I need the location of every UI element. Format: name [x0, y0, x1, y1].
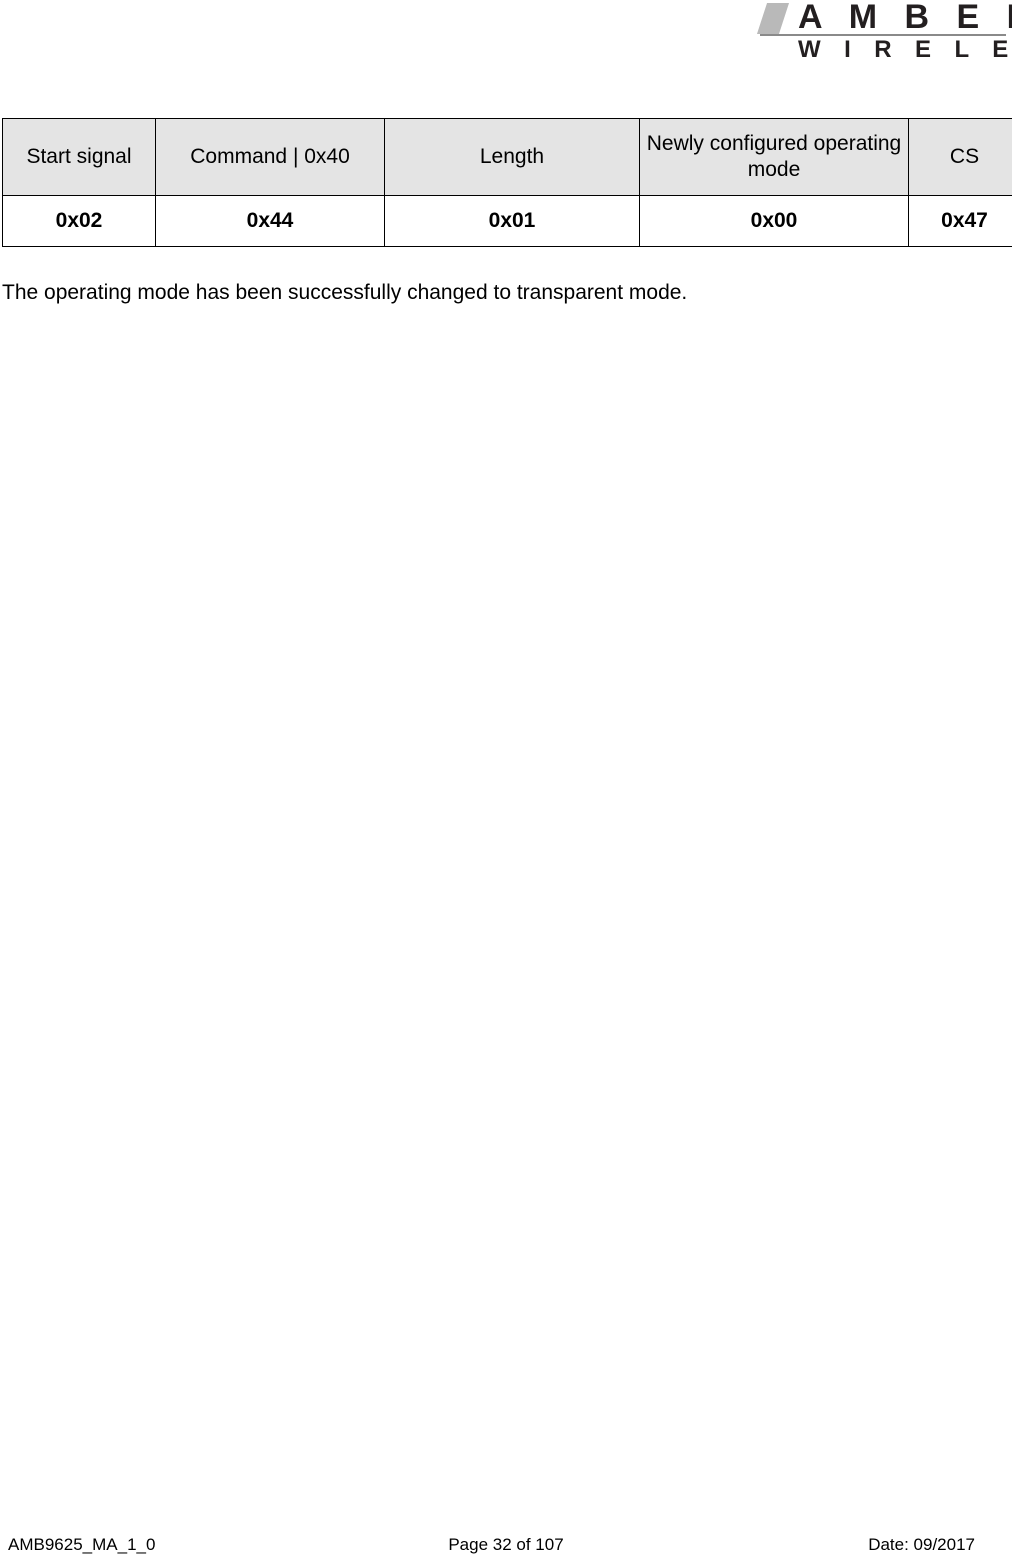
- body-paragraph: The operating mode has been successfully…: [2, 281, 688, 304]
- footer-date: Date: 09/2017: [868, 1535, 975, 1554]
- logo-brand-secondary: W I R E L E S S: [798, 36, 1012, 63]
- table-header-cell-command: Command | 0x40: [155, 118, 385, 196]
- table-cell-operating-mode-value: 0x00: [639, 195, 909, 247]
- table-row: 0x02 0x44 0x01 0x00 0x47: [2, 195, 1012, 247]
- table-header-cell-length: Length: [384, 118, 640, 196]
- table-cell-length-value: 0x01: [384, 195, 640, 247]
- table-cell-cs-value: 0x47: [908, 195, 1012, 247]
- logo-slash-icon: [756, 3, 790, 34]
- footer-page-indicator: Page 32 of 107: [448, 1535, 564, 1554]
- page-footer: AMB9625_MA_1_0 Page 32 of 107 Date: 09/2…: [0, 1528, 1012, 1564]
- table-header-row: Start signal Command | 0x40 Length Newly…: [2, 118, 1012, 196]
- table-header-cell-operating-mode: Newly configured operating mode: [639, 118, 909, 196]
- command-frame-table: Start signal Command | 0x40 Length Newly…: [2, 118, 1012, 247]
- table-cell-start-signal-value: 0x02: [2, 195, 156, 247]
- logo-brand-primary: A M B E R: [798, 0, 1012, 36]
- amber-wireless-logo: A M B E R W I R E L E S S: [756, 0, 1012, 64]
- table-header-cell-start-signal: Start signal: [2, 118, 156, 196]
- page-header: A M B E R W I R E L E S S: [0, 0, 1012, 95]
- table-header-cell-cs: CS: [908, 118, 1012, 196]
- table-cell-command-value: 0x44: [155, 195, 385, 247]
